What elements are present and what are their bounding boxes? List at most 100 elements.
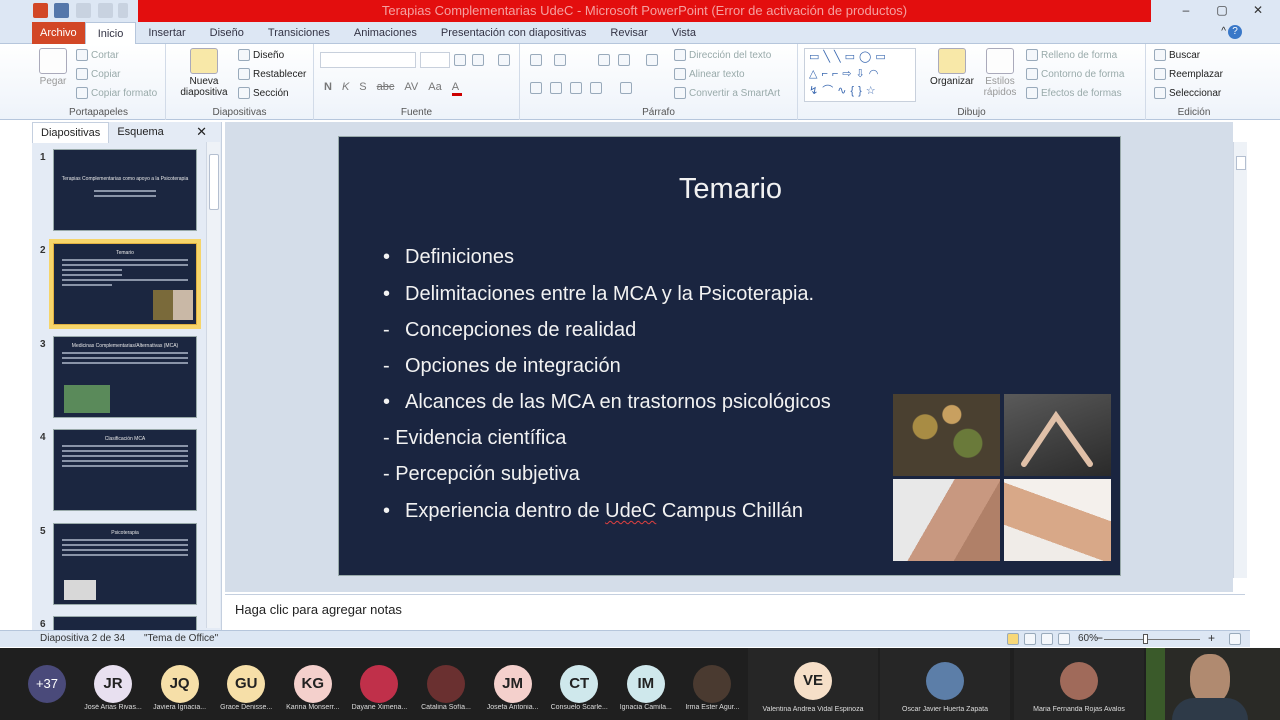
font-size-select[interactable] (420, 52, 450, 68)
slides-pane-scrollbar[interactable] (206, 142, 220, 628)
participant-tile[interactable]: GU Grace Denisse... (213, 648, 279, 720)
slide-thumbnail-3[interactable]: Medicinas Complementarias/Alternativas (… (53, 336, 197, 418)
tab-esquema[interactable]: Esquema (109, 122, 171, 142)
zoom-slider[interactable] (1104, 639, 1200, 640)
slide-bullet[interactable]: - Opciones de integración (383, 355, 621, 378)
grow-font-icon[interactable] (454, 54, 466, 66)
participant-tile-highlighted[interactable]: Maria Fernanda Rojas Avalos (1014, 648, 1144, 720)
slide-bullet[interactable]: • Alcances de las MCA en trastornos psico… (383, 391, 831, 414)
tab-diseno[interactable]: Diseño (198, 22, 256, 44)
columns-icon[interactable] (620, 82, 632, 94)
layout-button[interactable]: Diseño (238, 49, 284, 61)
slide-bullet[interactable]: - Evidencia científica (383, 427, 566, 450)
slide-bullet[interactable]: - Percepción subjetiva (383, 463, 580, 486)
customize-qat-icon[interactable] (118, 3, 128, 18)
paste-button[interactable]: Pegar (38, 48, 68, 87)
font-color-icon[interactable]: A (451, 81, 462, 96)
cut-button[interactable]: Cortar (76, 49, 119, 61)
participant-tile[interactable]: Catalina Sofía... (413, 648, 479, 720)
shape-effects-button[interactable]: Efectos de formas (1026, 87, 1122, 99)
replace-button[interactable]: Reemplazar (1154, 68, 1223, 80)
massage-photo[interactable] (1004, 479, 1111, 561)
undo-icon[interactable] (76, 3, 91, 18)
tab-inicio[interactable]: Inicio (84, 22, 137, 45)
slide-thumbnail-1[interactable]: Terapias Complementarias como apoyo a la… (53, 149, 197, 231)
arrange-button[interactable]: Organizar (926, 48, 978, 87)
change-case-button[interactable]: Aa (428, 81, 441, 96)
shape-fill-button[interactable]: Relleno de forma (1026, 49, 1117, 61)
slide-thumbnail-6[interactable] (53, 616, 197, 630)
notes-pane[interactable]: Haga clic para agregar notas (225, 594, 1245, 628)
help-icon[interactable]: ? (1228, 25, 1242, 39)
slide-bullet[interactable]: • Definiciones (383, 246, 514, 269)
select-button[interactable]: Seleccionar (1154, 87, 1221, 99)
zoom-level[interactable]: 60% (1078, 633, 1098, 644)
participant-tile[interactable]: Dayane Ximena... (346, 648, 412, 720)
tab-diapositivas[interactable]: Diapositivas (32, 121, 110, 143)
sorter-view-icon[interactable] (1024, 633, 1036, 645)
herbs-photo[interactable] (893, 394, 1000, 476)
slide-canvas[interactable]: Temario • Definiciones • Delimitaciones en… (338, 136, 1121, 576)
quick-styles-button[interactable]: Estilos rápidos (980, 48, 1020, 98)
slide-thumbnail-2[interactable]: Temario (49, 239, 201, 329)
fit-slide-icon[interactable] (1229, 633, 1241, 645)
section-button[interactable]: Sección (238, 87, 289, 99)
smartart-button[interactable]: Convertir a SmartArt (674, 87, 780, 99)
more-participants-button[interactable]: +37 (14, 648, 80, 720)
participant-tile[interactable]: JQ Javiera Ignacia... (147, 648, 213, 720)
acupuncture-photo[interactable] (893, 479, 1000, 561)
zoom-slider-knob[interactable] (1143, 634, 1148, 644)
reset-button[interactable]: Restablecer (238, 68, 306, 80)
align-left-icon[interactable] (530, 82, 542, 94)
tab-presentacion[interactable]: Presentación con diapositivas (429, 22, 599, 44)
text-direction-button[interactable]: Dirección del texto (674, 49, 771, 61)
participant-tile-highlighted[interactable]: VE Valentina Andrea Vidal Espinoza (748, 648, 878, 720)
justify-icon[interactable] (590, 82, 602, 94)
slide-bullet[interactable]: - Concepciones de realidad (383, 319, 636, 342)
workspace-scrollbar[interactable] (1233, 142, 1247, 578)
bullets-icon[interactable] (530, 54, 542, 66)
slideshow-view-icon[interactable] (1058, 633, 1070, 645)
zoom-in-icon[interactable]: + (1208, 631, 1215, 645)
maximize-button[interactable]: ▢ (1206, 2, 1238, 19)
slide-thumbnail-4[interactable]: Clasificación MCA (53, 429, 197, 511)
decrease-indent-icon[interactable] (598, 54, 610, 66)
new-slide-button[interactable]: Nueva diapositiva (174, 48, 234, 98)
slide-bullet[interactable]: • Experiencia dentro de UdeC Campus Chill… (383, 500, 803, 523)
save-icon[interactable] (54, 3, 69, 18)
strikethrough-button[interactable]: abc (377, 81, 395, 96)
participant-tile[interactable]: IM Ignacia Camila... (613, 648, 679, 720)
shape-outline-button[interactable]: Contorno de forma (1026, 68, 1124, 80)
line-spacing-icon[interactable] (646, 54, 658, 66)
yoga-photo[interactable] (1004, 394, 1111, 476)
shapes-gallery[interactable]: ▭╲╲▭◯▭ △⌐⌐⇨⇩◠ ↯⌒∿{}☆ (804, 48, 916, 102)
font-name-select[interactable] (320, 52, 416, 68)
participant-tile[interactable]: CT Consuelo Scarle... (546, 648, 612, 720)
normal-view-icon[interactable] (1007, 633, 1019, 645)
copy-button[interactable]: Copiar (76, 68, 120, 80)
char-spacing-button[interactable]: AV (404, 81, 418, 96)
tab-archivo[interactable]: Archivo (32, 22, 85, 44)
participant-tile[interactable]: JR José Arias Rivas... (80, 648, 146, 720)
italic-button[interactable]: K (342, 81, 349, 96)
slide-title[interactable]: Temario (339, 173, 1122, 206)
align-text-button[interactable]: Alinear texto (674, 68, 745, 80)
slide-thumbnail-5[interactable]: Psicoterapia (53, 523, 197, 605)
increase-indent-icon[interactable] (618, 54, 630, 66)
reading-view-icon[interactable] (1041, 633, 1053, 645)
tab-vista[interactable]: Vista (660, 22, 708, 44)
shrink-font-icon[interactable] (472, 54, 484, 66)
clear-format-icon[interactable] (498, 54, 510, 66)
close-pane-icon[interactable]: ✕ (188, 122, 215, 142)
numbering-icon[interactable] (554, 54, 566, 66)
participant-tile[interactable]: Irma Ester Agur... (679, 648, 745, 720)
zoom-out-icon[interactable]: − (1096, 631, 1103, 645)
tab-transiciones[interactable]: Transiciones (256, 22, 342, 44)
scroll-thumb[interactable] (209, 154, 219, 210)
minimize-button[interactable]: – (1170, 2, 1202, 19)
find-button[interactable]: Buscar (1154, 49, 1200, 61)
tab-revisar[interactable]: Revisar (598, 22, 659, 44)
tab-insertar[interactable]: Insertar (136, 22, 197, 44)
align-center-icon[interactable] (550, 82, 562, 94)
close-button[interactable]: ✕ (1242, 2, 1274, 19)
